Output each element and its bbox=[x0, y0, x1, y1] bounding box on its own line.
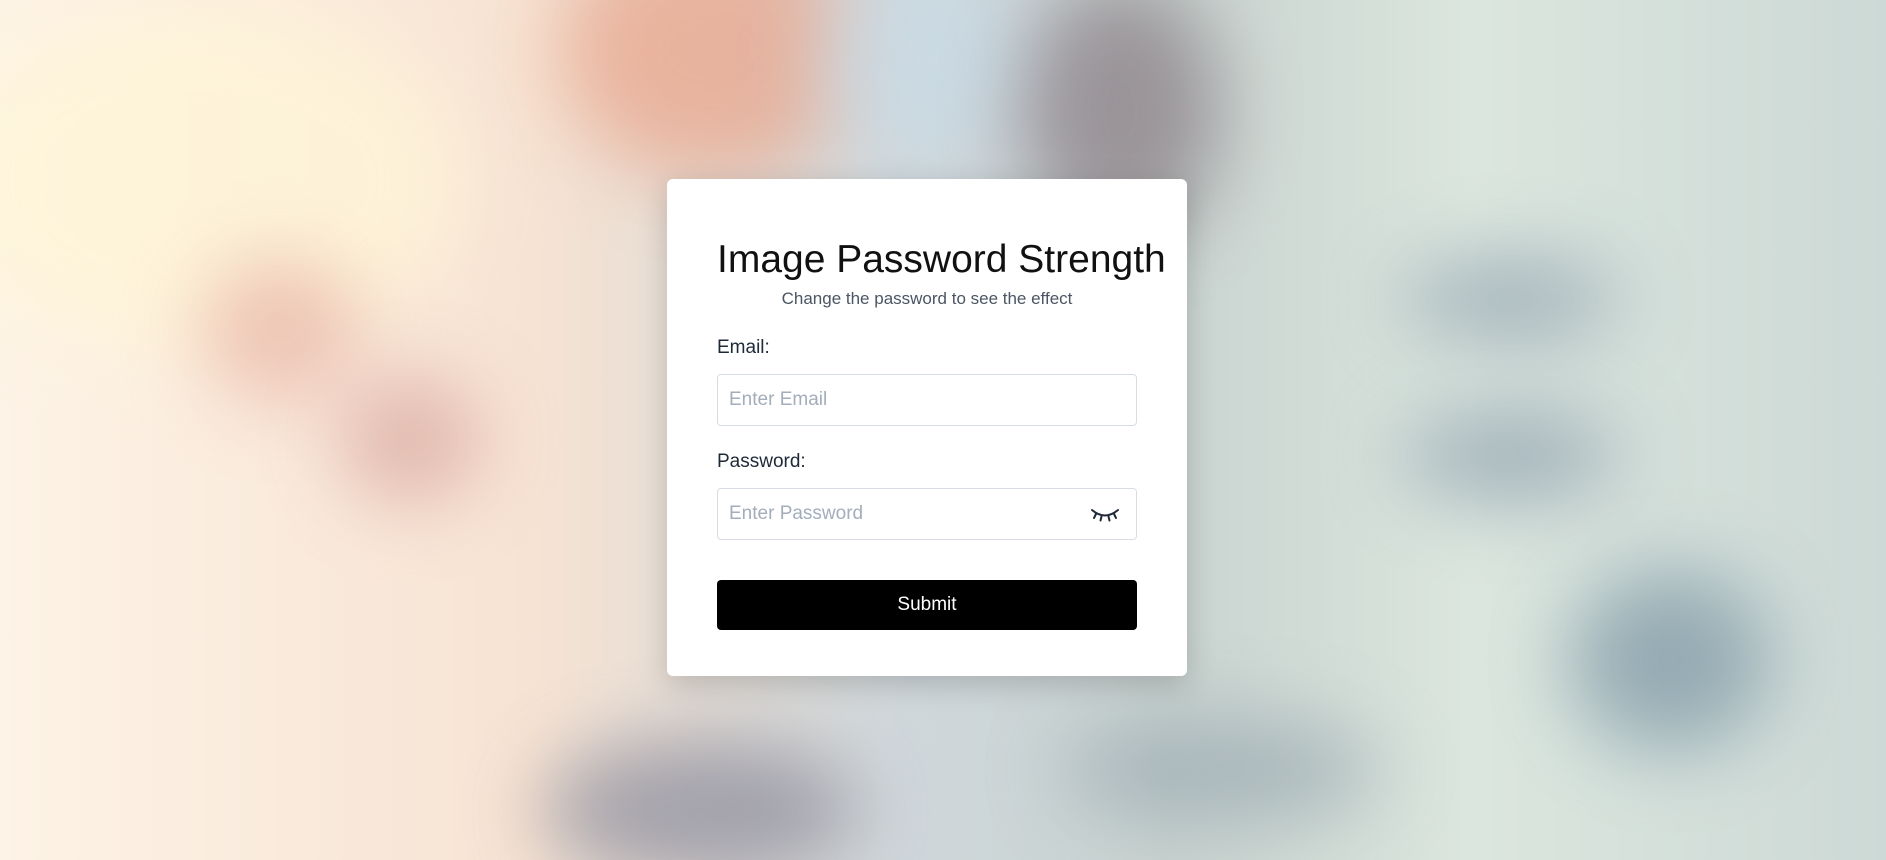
password-label: Password: bbox=[717, 451, 806, 472]
page-title: Image Password Strength bbox=[717, 238, 1166, 281]
email-label: Email: bbox=[717, 337, 770, 358]
eye-closed-icon[interactable] bbox=[1090, 504, 1120, 524]
submit-button[interactable]: Submit bbox=[717, 580, 1137, 630]
email-field-container bbox=[717, 374, 1137, 426]
password-field[interactable] bbox=[718, 489, 1136, 539]
page-subtitle: Change the password to see the effect bbox=[781, 289, 1073, 308]
password-field-container bbox=[717, 488, 1137, 540]
email-field[interactable] bbox=[718, 375, 1136, 425]
login-card: Image Password Strength Change the passw… bbox=[667, 179, 1187, 676]
